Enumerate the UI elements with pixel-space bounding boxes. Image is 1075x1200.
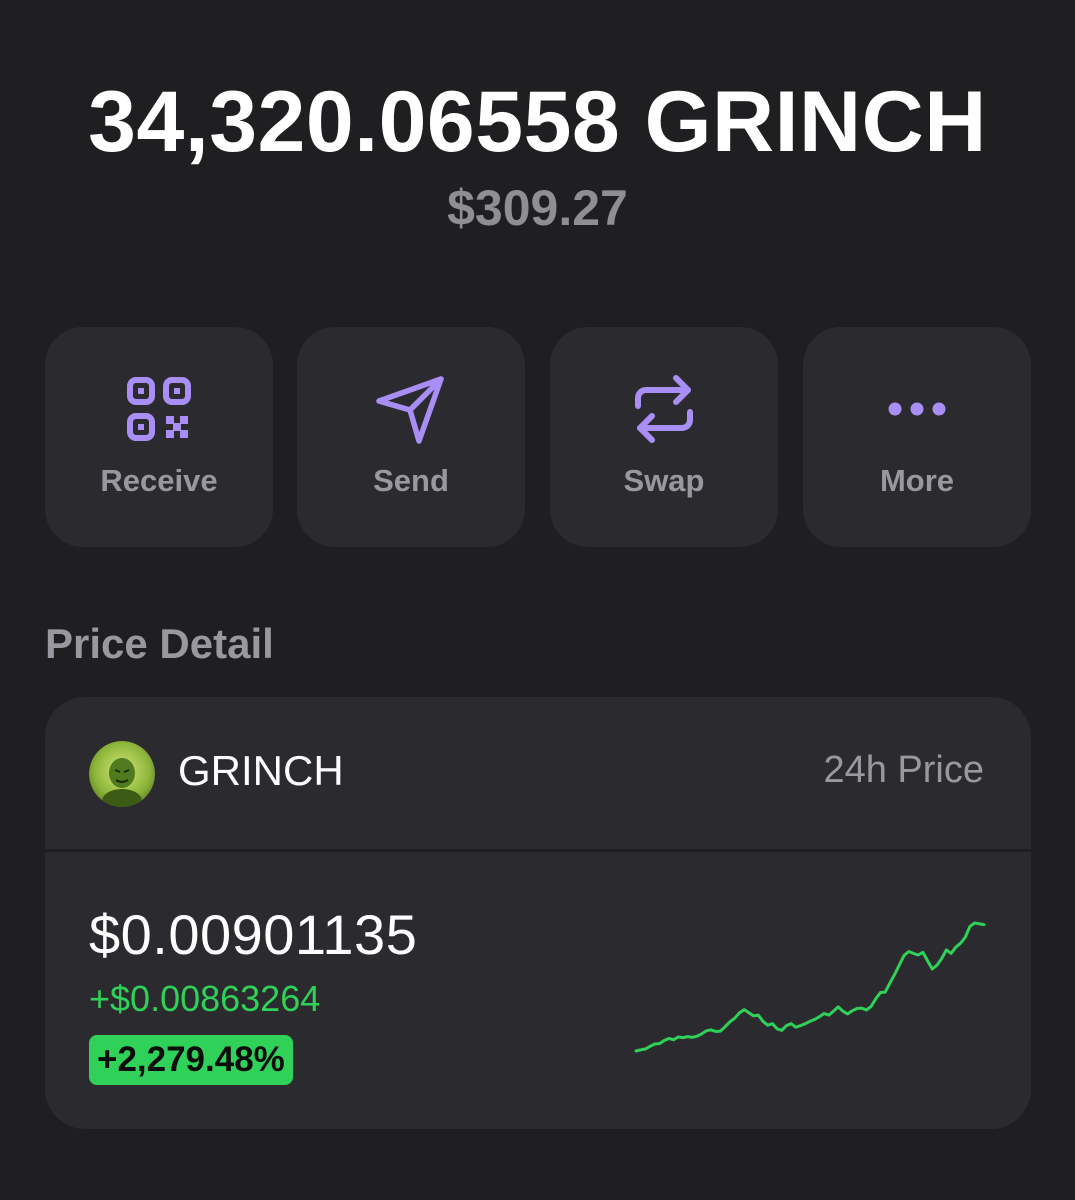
token-avatar [89,741,155,807]
receive-button[interactable]: Receive [45,327,273,547]
send-button[interactable]: Send [297,327,525,547]
action-row: Receive Send Swap More [45,327,1031,547]
receive-label: Receive [100,463,218,498]
sparkline-series [634,921,986,1053]
swap-label: Swap [623,463,705,498]
more-button[interactable]: More [803,327,1031,547]
send-label: Send [373,463,449,498]
more-label: More [879,463,955,498]
balance-fiat: $309.27 [447,180,628,236]
send-arrow-icon [297,373,525,445]
token-name: GRINCH [178,747,344,794]
price-change-absolute: +$0.00863264 [89,978,321,1019]
more-dots-icon [803,373,1031,445]
section-title: Price Detail [45,620,274,667]
swap-arrows-icon [550,373,778,445]
card-divider [45,849,1031,852]
price-sparkline-chart [634,921,986,1053]
balance-amount: 34,320.06558 GRINCH [88,74,987,170]
price-change-percent-badge: +2,279.48% [89,1035,293,1085]
qr-code-icon [45,373,273,445]
token-price: $0.00901135 [89,903,418,966]
price-detail-card[interactable]: GRINCH 24h Price $0.00901135 +$0.0086326… [45,697,1031,1129]
swap-button[interactable]: Swap [550,327,778,547]
period-label: 24h Price [823,749,984,791]
